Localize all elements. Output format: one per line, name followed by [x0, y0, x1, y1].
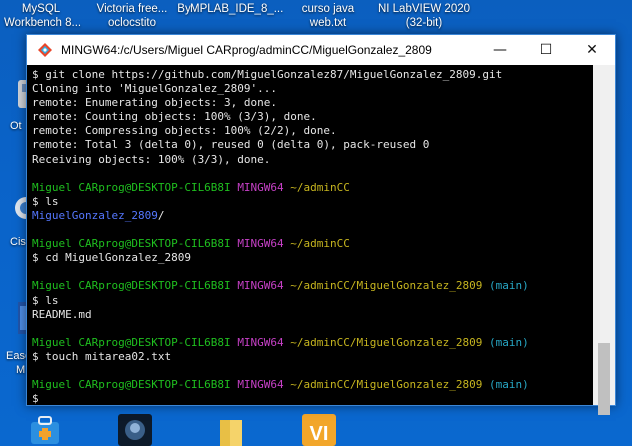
scrollbar-thumb[interactable]	[598, 343, 610, 415]
terminal-text-segment: remote: Compressing objects: 100% (2/2),…	[32, 124, 337, 138]
desktop-icon-label: MySQL	[21, 3, 61, 15]
terminal-line: remote: Total 3 (delta 0), reused 0 (del…	[32, 138, 593, 152]
desktop-icon-label: MPLAB_IDE_8_...	[190, 3, 284, 15]
terminal-line: remote: Counting objects: 100% (3/3), do…	[32, 110, 593, 124]
terminal-text-segment: Miguel CARprog@DESKTOP-CIL6B8I	[32, 335, 238, 349]
desktop-icon-label: web.txt	[309, 17, 347, 29]
folder-icon[interactable]	[214, 414, 248, 446]
terminal-line: $ ls	[32, 294, 593, 308]
terminal-text-segment: Miguel CARprog@DESKTOP-CIL6B8I	[32, 180, 238, 194]
terminal-line: Miguel CARprog@DESKTOP-CIL6B8I MINGW64 ~…	[32, 181, 593, 195]
desktop-icon-label: Cis	[10, 236, 26, 248]
terminal-text-segment: Cloning into 'MiguelGonzalez_2809'...	[32, 82, 278, 96]
terminal-line: Cloning into 'MiguelGonzalez_2809'...	[32, 82, 593, 96]
terminal-text-segment: ~/adminCC/MiguelGonzalez_2809	[290, 378, 489, 392]
desktop-icon-label: oclocstito	[108, 17, 156, 29]
terminal-text-segment: $	[32, 392, 39, 406]
terminal-text-segment: MINGW64	[237, 335, 291, 349]
terminal-line: Miguel CARprog@DESKTOP-CIL6B8I MINGW64 ~…	[32, 336, 593, 350]
desktop-icon-label: Workbench 8...	[4, 17, 82, 29]
terminal-text-segment: ~/adminCC/MiguelGonzalez_2809	[290, 335, 489, 349]
terminal-line: $ ls	[32, 195, 593, 209]
desktop-icon-label: curso java	[301, 3, 355, 15]
desktop-icon-label: (32-bit)	[405, 17, 443, 29]
terminal-line: $	[32, 392, 593, 406]
terminal-line: $ touch mitarea02.txt	[32, 350, 593, 364]
desktop-icon-victoria[interactable]: Victoria free... oclocstito	[92, 2, 172, 30]
terminal-text-segment: Miguel CARprog@DESKTOP-CIL6B8I	[32, 279, 238, 293]
maximize-button[interactable]: ☐	[523, 35, 569, 65]
desktop-icon-label: NI LabVIEW 2020	[377, 3, 471, 15]
minimize-button[interactable]: —	[477, 35, 523, 65]
minimize-icon: —	[493, 42, 507, 58]
labview-icon[interactable]: VI	[302, 414, 336, 446]
terminal-text-segment: $ ls	[32, 194, 59, 208]
window-titlebar[interactable]: MINGW64:/c/Users/Miguel CARprog/adminCC/…	[27, 35, 615, 65]
close-icon: ✕	[586, 42, 598, 58]
terminal-text-segment: remote: Counting objects: 100% (3/3), do…	[32, 110, 317, 124]
toolbox-icon[interactable]	[28, 414, 62, 446]
terminal-text-segment: MINGW64	[237, 279, 291, 293]
terminal-output[interactable]: $ git clone https://github.com/MiguelGon…	[27, 65, 593, 405]
terminal-line: $ cd MiguelGonzalez_2809	[32, 251, 593, 265]
terminal-line: Miguel CARprog@DESKTOP-CIL6B8I MINGW64 ~…	[32, 279, 593, 293]
terminal-line: remote: Compressing objects: 100% (2/2),…	[32, 124, 593, 138]
terminal-text-segment: ~/adminCC/MiguelGonzalez_2809	[290, 279, 489, 293]
terminal-line: Receiving objects: 100% (3/3), done.	[32, 153, 593, 167]
desktop-icon-labview[interactable]: NI LabVIEW 2020 (32-bit)	[372, 2, 476, 30]
terminal-line: README.md	[32, 308, 593, 322]
desktop-icon-labels: MySQL Workbench 8... Victoria free... oc…	[0, 0, 632, 36]
git-bash-window[interactable]: MINGW64:/c/Users/Miguel CARprog/adminCC/…	[26, 34, 616, 415]
terminal-text-segment: $ ls	[32, 293, 59, 307]
terminal-text-segment: MINGW64	[237, 180, 291, 194]
terminal-line: Miguel CARprog@DESKTOP-CIL6B8I MINGW64 ~…	[32, 237, 593, 251]
terminal-line: remote: Enumerating objects: 3, done.	[32, 96, 593, 110]
game-icon[interactable]	[118, 414, 152, 446]
desktop-icon-label: Ot	[10, 120, 22, 132]
terminal-text-segment: Miguel CARprog@DESKTOP-CIL6B8I	[32, 237, 238, 251]
git-bash-diamond-icon	[38, 43, 52, 57]
terminal-text-segment: MINGW64	[237, 237, 291, 251]
terminal-text-segment: Miguel CARprog@DESKTOP-CIL6B8I	[32, 378, 238, 392]
terminal-line: Miguel CARprog@DESKTOP-CIL6B8I MINGW64 ~…	[32, 378, 593, 392]
terminal-text-segment: $ touch mitarea02.txt	[32, 349, 172, 363]
terminal-text-segment: ~/adminCC	[290, 237, 350, 251]
terminal-line: $ git clone https://github.com/MiguelGon…	[32, 68, 593, 82]
terminal-text-segment: MiguelGonzalez_2809	[32, 208, 158, 222]
desktop-icon-mysql[interactable]: MySQL Workbench 8...	[4, 2, 82, 30]
terminal-text-segment: /	[157, 208, 165, 222]
desktop-icon-mplab[interactable]: MPLAB_IDE_8_...	[190, 2, 284, 16]
terminal-text-segment: remote: Total 3 (delta 0), reused 0 (del…	[32, 138, 430, 152]
terminal-text-segment: Receiving objects: 100% (3/3), done.	[32, 152, 271, 166]
terminal-text-segment: (main)	[488, 378, 529, 392]
window-title: MINGW64:/c/Users/Miguel CARprog/adminCC/…	[61, 43, 432, 57]
terminal-text-segment: $ cd MiguelGonzalez_2809	[32, 251, 191, 265]
terminal-text-segment: README.md	[32, 307, 92, 321]
svg-text:VI: VI	[310, 423, 329, 445]
maximize-icon: ☐	[539, 42, 553, 58]
terminal-text-segment: ~/adminCC	[290, 180, 350, 194]
terminal-line: MiguelGonzalez_2809/	[32, 209, 593, 223]
vertical-scrollbar[interactable]	[593, 65, 615, 415]
close-button[interactable]: ✕	[569, 35, 615, 65]
desktop-icon-curso-java[interactable]: curso java web.txt	[296, 2, 360, 30]
terminal-text-segment: remote: Enumerating objects: 3, done.	[32, 96, 278, 110]
terminal-text-segment: (main)	[488, 279, 529, 293]
desktop-icon-label: Victoria free...	[96, 3, 168, 15]
terminal-text-segment: MINGW64	[237, 378, 291, 392]
terminal-text-segment: $ git clone https://github.com/MiguelGon…	[32, 68, 503, 81]
desktop-icon-label: M	[16, 364, 26, 376]
terminal-text-segment: (main)	[488, 335, 529, 349]
